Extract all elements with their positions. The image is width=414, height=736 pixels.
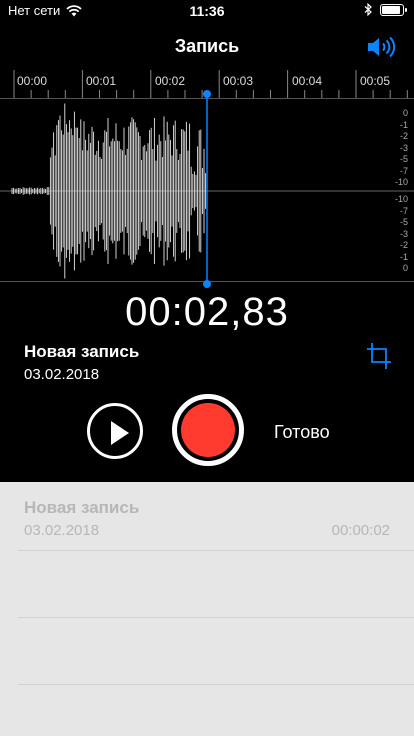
play-icon (111, 421, 129, 445)
record-button[interactable] (172, 394, 244, 466)
recording-date: 03.02.2018 (24, 366, 100, 383)
list-item-date: 03.02.2018 (24, 522, 100, 539)
record-icon (181, 403, 235, 457)
timeline-tick-label: 00:05 (360, 74, 391, 88)
play-button[interactable] (87, 403, 143, 459)
page-title: Запись (174, 36, 240, 56)
status-right (364, 3, 407, 16)
divider (18, 550, 414, 551)
recording-name[interactable]: Новая запись (24, 342, 139, 362)
divider (18, 684, 414, 685)
divider (18, 617, 414, 618)
playhead[interactable] (0, 88, 414, 290)
trim-icon[interactable] (366, 342, 392, 370)
battery-fill (382, 5, 400, 14)
battery-icon (380, 3, 407, 16)
timeline-tick-label: 00:03 (223, 74, 254, 88)
list-item-title: Новая запись (24, 498, 140, 517)
list-item-duration: 00:00:02 (331, 522, 390, 539)
done-button[interactable]: Готово (274, 422, 330, 443)
bluetooth-icon (364, 3, 372, 16)
timeline-tick-label: 00:01 (86, 74, 117, 88)
speaker-icon[interactable] (366, 34, 400, 60)
timeline-tick-label: 00:00 (17, 74, 48, 88)
recordings-list: Новая запись 03.02.2018 00:00:02 (0, 482, 414, 736)
status-time: 11:36 (189, 3, 225, 19)
status-bar: Нет сети 11:36 (0, 0, 414, 22)
recording-timer: 00:02,83 (125, 290, 289, 334)
timeline-tick-label: 00:02 (155, 74, 186, 88)
timeline-tick-label: 00:04 (292, 74, 323, 88)
